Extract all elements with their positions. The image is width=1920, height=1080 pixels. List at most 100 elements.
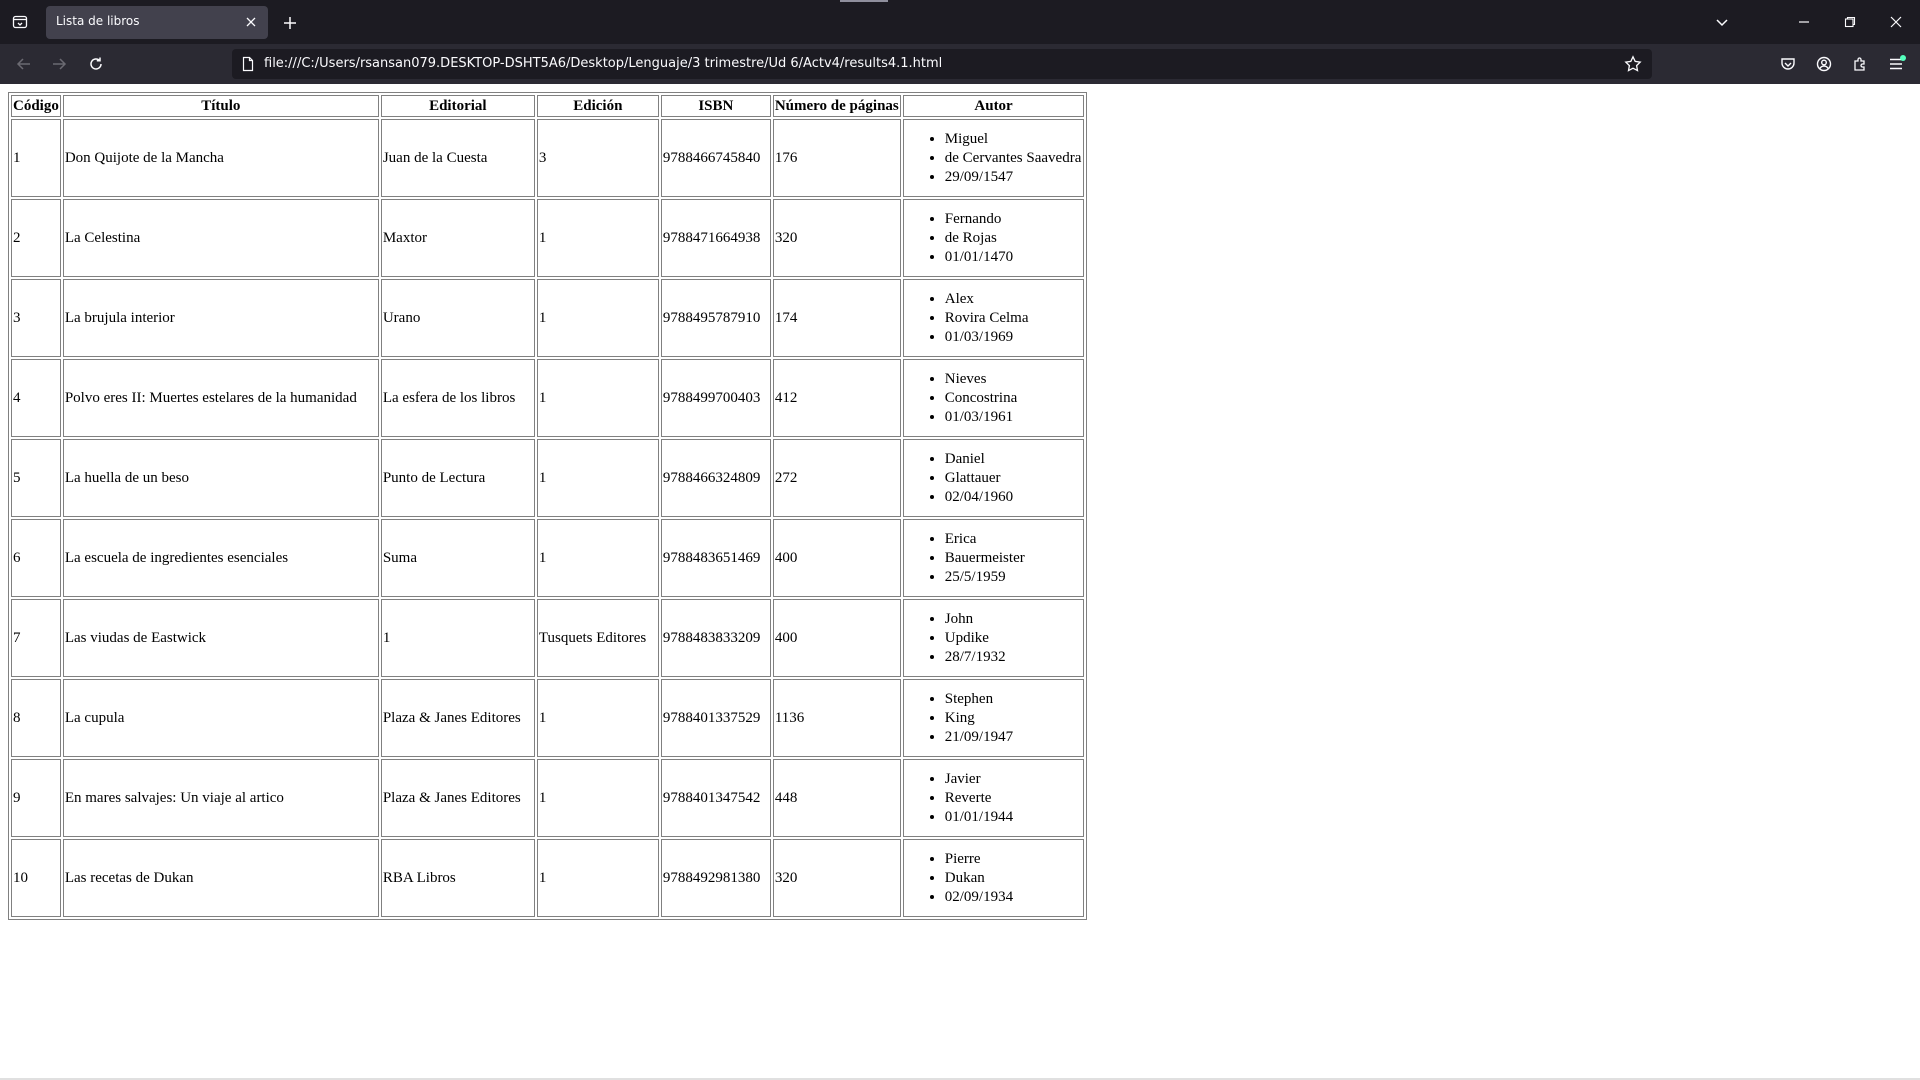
cell-edicion: 1 <box>536 359 659 437</box>
cell-isbn: 9788495787910 <box>660 279 771 357</box>
cell-editorial: RBA Libros <box>380 839 535 917</box>
cell-codigo: 2 <box>11 199 61 277</box>
cell-editorial: Plaza & Janes Editores <box>380 759 535 837</box>
author-list-item: 25/5/1959 <box>945 568 1082 587</box>
cell-autor: PierreDukan02/09/1934 <box>902 839 1085 917</box>
cell-isbn: 9788483651469 <box>660 519 771 597</box>
cell-editorial: La esfera de los libros <box>380 359 535 437</box>
author-list-item: King <box>945 709 1082 728</box>
author-list-item: Glattauer <box>945 469 1082 488</box>
cell-autor: JavierReverte01/01/1944 <box>902 759 1085 837</box>
cell-paginas: 400 <box>772 519 901 597</box>
author-list: EricaBauermeister25/5/1959 <box>905 530 1082 587</box>
cell-isbn: 9788471664938 <box>660 199 771 277</box>
restore-icon[interactable] <box>1838 10 1862 34</box>
header-titulo: Título <box>62 95 379 117</box>
address-bar[interactable]: file:///C:/Users/rsansan079.DESKTOP-DSHT… <box>232 49 1652 79</box>
author-list: PierreDukan02/09/1934 <box>905 850 1082 907</box>
author-list-item: 02/09/1934 <box>945 888 1082 907</box>
active-tab[interactable]: Lista de libros <box>46 6 268 39</box>
cell-isbn: 9788466745840 <box>660 119 771 197</box>
close-tab-icon[interactable] <box>242 13 260 31</box>
header-paginas: Número de páginas <box>772 95 901 117</box>
cell-codigo: 7 <box>11 599 61 677</box>
author-list-item: 21/09/1947 <box>945 728 1082 747</box>
tab-list-icon[interactable] <box>8 10 32 34</box>
author-list-item: Javier <box>945 770 1082 789</box>
author-list-item: Concostrina <box>945 389 1082 408</box>
author-list: AlexRovira Celma01/03/1969 <box>905 290 1082 347</box>
author-list-item: 28/7/1932 <box>945 648 1082 667</box>
author-list: JavierReverte01/01/1944 <box>905 770 1082 827</box>
cell-isbn: 9788483833209 <box>660 599 771 677</box>
new-tab-icon[interactable] <box>278 11 302 35</box>
cell-editorial: Juan de la Cuesta <box>380 119 535 197</box>
cell-codigo: 3 <box>11 279 61 357</box>
header-edicion: Edición <box>536 95 659 117</box>
extensions-puzzle-icon[interactable] <box>1848 52 1872 76</box>
cell-editorial: Urano <box>380 279 535 357</box>
browser-titlebar: Lista de libros <box>0 0 1920 44</box>
author-list: Miguelde Cervantes Saavedra29/09/1547 <box>905 130 1082 187</box>
author-list: Fernandode Rojas01/01/1470 <box>905 210 1082 267</box>
books-table: Código Título Editorial Edición ISBN Núm… <box>8 92 1088 920</box>
cell-edicion: 1 <box>536 839 659 917</box>
page-file-icon <box>240 56 256 72</box>
cell-isbn: 9788401337529 <box>660 679 771 757</box>
window-drag-indicator <box>840 0 888 2</box>
forward-arrow-icon[interactable] <box>47 52 71 76</box>
table-row: 5 La huella de un beso Punto de Lectura 1 97… <box>11 439 1085 517</box>
cell-codigo: 10 <box>11 839 61 917</box>
minimize-icon[interactable] <box>1792 10 1816 34</box>
author-list-item: 01/01/1944 <box>945 808 1082 827</box>
cell-paginas: 272 <box>772 439 901 517</box>
author-list-item: Nieves <box>945 370 1082 389</box>
cell-editorial: Plaza & Janes Editores <box>380 679 535 757</box>
cell-titulo: Polvo eres II: Muertes estelares de la h… <box>62 359 379 437</box>
author-list-item: 01/03/1961 <box>945 408 1082 427</box>
header-isbn: ISBN <box>660 95 771 117</box>
close-window-icon[interactable] <box>1884 10 1908 34</box>
cell-codigo: 6 <box>11 519 61 597</box>
cell-paginas: 1136 <box>772 679 901 757</box>
cell-autor: Miguelde Cervantes Saavedra29/09/1547 <box>902 119 1085 197</box>
browser-navbar: file:///C:/Users/rsansan079.DESKTOP-DSHT… <box>0 44 1920 84</box>
tab-title: Lista de libros <box>56 14 140 28</box>
cell-codigo: 9 <box>11 759 61 837</box>
author-list: JohnUpdike28/7/1932 <box>905 610 1082 667</box>
author-list-item: Alex <box>945 290 1082 309</box>
cell-edicion: 1 <box>536 199 659 277</box>
cell-edicion: 1 <box>536 279 659 357</box>
cell-isbn: 9788466324809 <box>660 439 771 517</box>
cell-autor: Fernandode Rojas01/01/1470 <box>902 199 1085 277</box>
author-list-item: John <box>945 610 1082 629</box>
table-row: 10 Las recetas de Dukan RBA Libros 1 9788492… <box>11 839 1085 917</box>
cell-autor: NievesConcostrina01/03/1961 <box>902 359 1085 437</box>
account-icon[interactable] <box>1812 52 1836 76</box>
cell-paginas: 174 <box>772 279 901 357</box>
author-list-item: Miguel <box>945 130 1082 149</box>
back-arrow-icon[interactable] <box>12 52 36 76</box>
cell-edicion: 1 <box>536 759 659 837</box>
cell-autor: EricaBauermeister25/5/1959 <box>902 519 1085 597</box>
menu-update-badge <box>1900 55 1906 61</box>
cell-codigo: 8 <box>11 679 61 757</box>
author-list-item: Reverte <box>945 789 1082 808</box>
cell-autor: StephenKing21/09/1947 <box>902 679 1085 757</box>
cell-codigo: 4 <box>11 359 61 437</box>
cell-titulo: La huella de un beso <box>62 439 379 517</box>
author-list: DanielGlattauer02/04/1960 <box>905 450 1082 507</box>
list-all-tabs-chevron-icon[interactable] <box>1710 10 1734 34</box>
cell-editorial: Suma <box>380 519 535 597</box>
cell-paginas: 400 <box>772 599 901 677</box>
bookmark-star-icon[interactable] <box>1624 55 1642 73</box>
url-text[interactable]: file:///C:/Users/rsansan079.DESKTOP-DSHT… <box>264 56 942 71</box>
cell-edicion: 1 <box>536 439 659 517</box>
pocket-icon[interactable] <box>1776 52 1800 76</box>
author-list-item: Daniel <box>945 450 1082 469</box>
table-row: 8 La cupula Plaza & Janes Editores 1 9788401… <box>11 679 1085 757</box>
reload-icon[interactable] <box>84 52 108 76</box>
author-list-item: Pierre <box>945 850 1082 869</box>
author-list-item: Fernando <box>945 210 1082 229</box>
cell-titulo: Don Quijote de la Mancha <box>62 119 379 197</box>
